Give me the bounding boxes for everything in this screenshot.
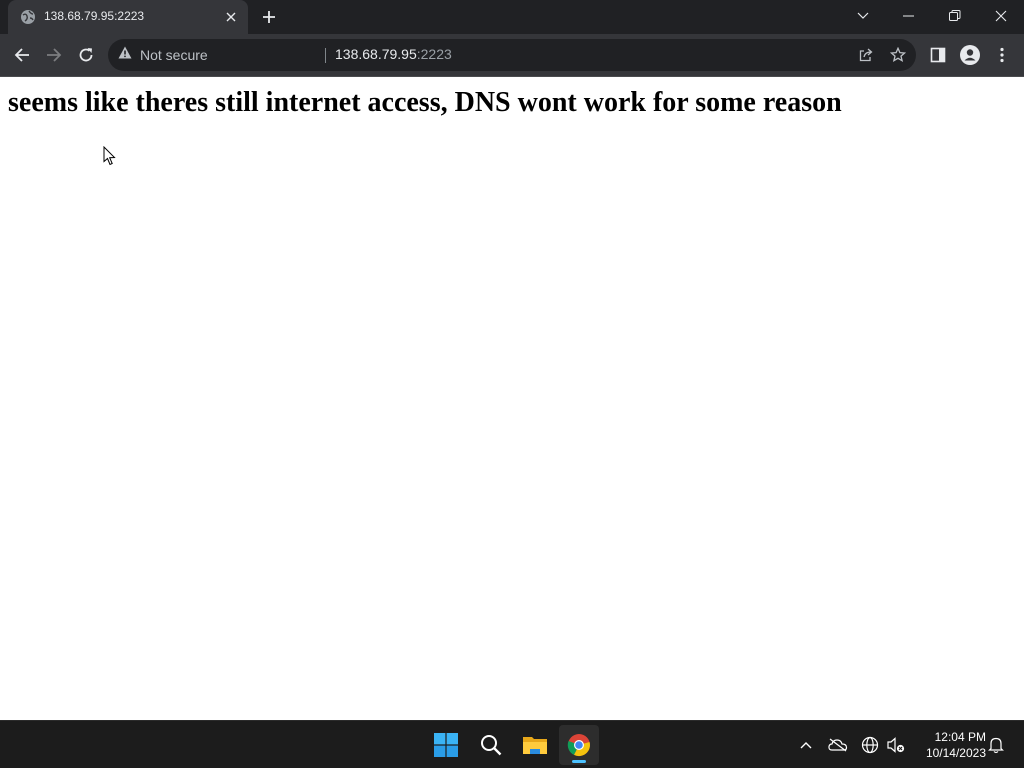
network-volume-icon[interactable]: [886, 735, 906, 755]
page-heading: seems like theres still internet access,…: [8, 87, 842, 118]
chrome-icon[interactable]: [559, 725, 599, 765]
reload-icon[interactable]: [74, 43, 98, 67]
profile-icon[interactable]: [958, 43, 982, 67]
plus-icon[interactable]: [259, 7, 279, 27]
notification-bell-icon[interactable]: [986, 735, 1006, 755]
system-clock[interactable]: 12:04 PM 10/14/2023: [914, 729, 986, 761]
chevron-down-icon[interactable]: [840, 0, 886, 32]
restore-icon[interactable]: [932, 0, 978, 32]
start-icon[interactable]: [426, 725, 466, 765]
browser-toolbar: Not secure 138.68.79.95:2223: [0, 34, 1024, 76]
side-panel-icon[interactable]: [926, 43, 950, 67]
search-icon[interactable]: [471, 725, 511, 765]
forward-icon[interactable]: [42, 43, 66, 67]
close-icon[interactable]: [222, 8, 240, 26]
address-bar[interactable]: Not secure 138.68.79.95:2223: [108, 39, 916, 71]
url-host: 138.68.79.95: [335, 46, 417, 62]
url-text[interactable]: 138.68.79.95:2223: [335, 46, 452, 62]
url-port: :2223: [416, 46, 452, 62]
page-content: seems like theres still internet access,…: [0, 77, 1024, 720]
language-icon[interactable]: [860, 735, 880, 755]
mouse-cursor-icon: [103, 145, 117, 166]
tab-strip: 138.68.79.95:2223: [0, 0, 1024, 34]
clock-time: 12:04 PM: [934, 730, 986, 744]
warning-icon: [118, 46, 132, 64]
kebab-menu-icon[interactable]: [990, 43, 1014, 67]
minimize-icon[interactable]: [886, 0, 932, 32]
security-chip[interactable]: Not secure: [118, 39, 208, 71]
not-secure-label: Not secure: [140, 47, 208, 63]
clock-date: 10/14/2023: [925, 746, 986, 760]
back-icon[interactable]: [10, 43, 34, 67]
tab-title: 138.68.79.95:2223: [44, 9, 145, 23]
omnibox-divider: [325, 48, 326, 63]
windows-taskbar: 12:04 PM 10/14/2023: [0, 720, 1024, 768]
file-explorer-icon[interactable]: [515, 725, 555, 765]
onedrive-icon[interactable]: [828, 735, 848, 755]
close-icon[interactable]: [978, 0, 1024, 32]
star-icon[interactable]: [888, 45, 908, 65]
browser-tab[interactable]: 138.68.79.95:2223: [8, 0, 248, 34]
chevron-up-icon[interactable]: [796, 735, 816, 755]
globe-icon: [20, 9, 36, 25]
share-icon[interactable]: [856, 45, 876, 65]
active-app-indicator: [572, 760, 586, 763]
